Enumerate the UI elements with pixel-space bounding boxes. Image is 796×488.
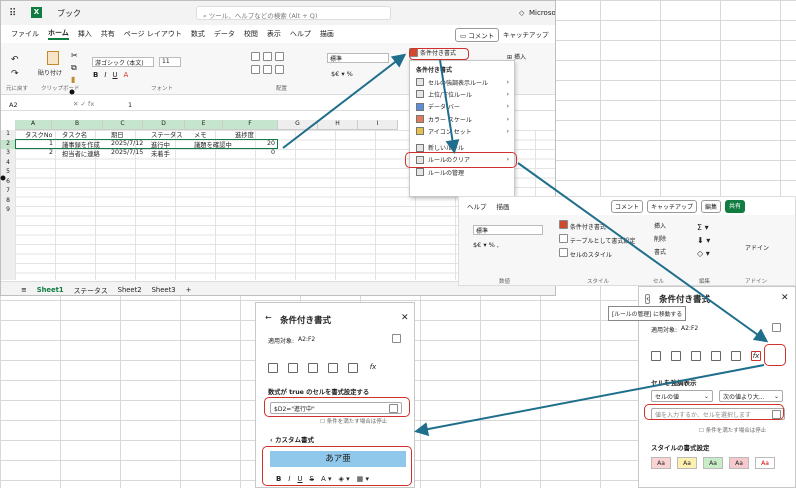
arrow-to-cond-format xyxy=(282,53,407,149)
arrow-to-new-rule xyxy=(439,59,460,154)
cursor-dot xyxy=(69,89,75,95)
annotation-arrows xyxy=(0,53,769,437)
cursor-dot xyxy=(0,175,6,181)
arrow-to-formula-panel xyxy=(414,364,765,437)
arrow-to-fx xyxy=(517,162,769,343)
